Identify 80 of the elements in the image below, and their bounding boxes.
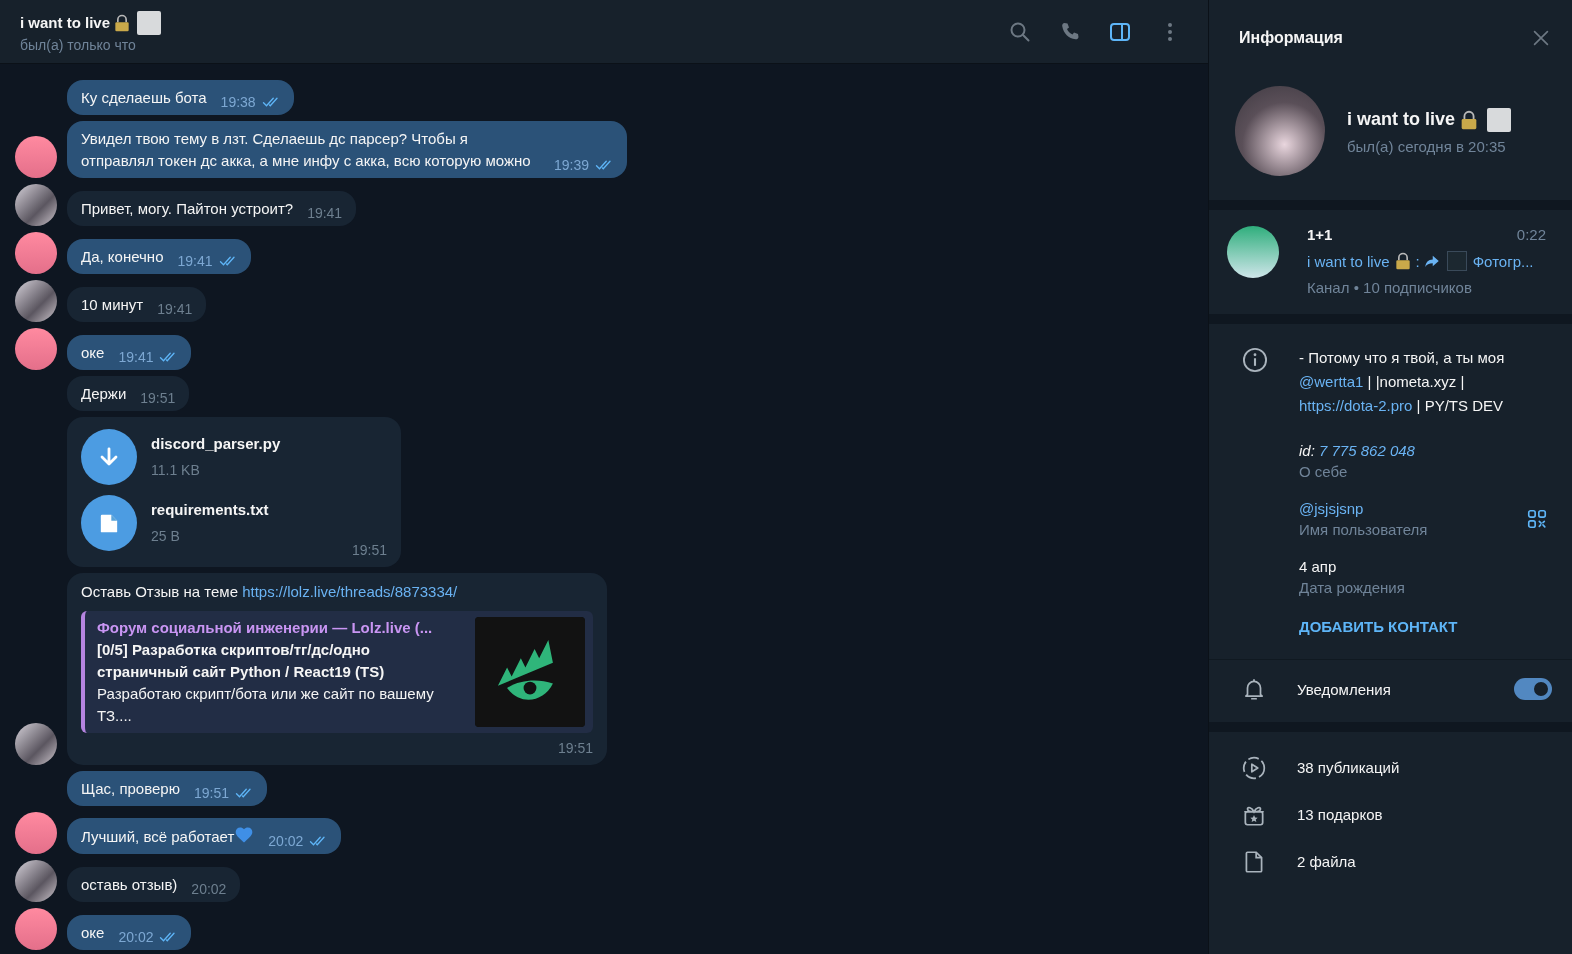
birthday-value: 4 апр	[1299, 558, 1338, 575]
message-text: оке	[81, 344, 105, 361]
play-circle-icon	[1241, 754, 1267, 781]
message-text: 10 минут	[81, 296, 144, 313]
sticker-placeholder	[1487, 107, 1512, 132]
message-time: 19:41	[118, 348, 154, 367]
message-text: Привет, могу. Пайтон устроит?	[81, 200, 294, 217]
profile-stat-item[interactable]: 13 подарков	[1209, 791, 1572, 838]
channel-sender: i want to live	[1307, 252, 1390, 270]
message-text: оке	[81, 924, 105, 941]
message-time: 20:02	[118, 928, 154, 947]
file-name: discord_parser.py	[151, 434, 281, 454]
avatar-circle[interactable]	[15, 232, 57, 274]
file-size: 25 B	[151, 527, 181, 546]
message-time: 19:39	[553, 156, 589, 175]
profile-stat-item[interactable]: 2 файла	[1209, 838, 1572, 885]
lock-icon	[112, 12, 132, 33]
username-value[interactable]: @jsjsjsnp	[1299, 500, 1428, 517]
message-time: 19:51	[351, 541, 387, 560]
profile-name: i want to live	[1347, 109, 1456, 130]
sticker-placeholder	[137, 10, 161, 35]
user-id: id: 7 775 862 048	[1299, 442, 1416, 459]
preview-site-name: Форум социальной инженерии — Lolz.live (...	[97, 618, 434, 638]
file-button[interactable]	[81, 429, 137, 485]
message-text: Да, конечно	[81, 248, 164, 265]
sender-separator: :	[1415, 252, 1420, 270]
message-text: Держи	[81, 385, 127, 402]
message-time: 19:51	[193, 784, 229, 803]
add-contact-button[interactable]: ДОБАВИТЬ КОНТАКТ	[1299, 618, 1458, 635]
avatar-circle[interactable]	[15, 908, 57, 950]
message-text: Лучший, всё работает	[81, 828, 235, 845]
message-text: Увидел твою тему в лзт. Сделаешь дс парсер? Чтобы я отправлял токен дс акка, а мне инфу с акка, всю которую можно	[81, 130, 531, 169]
photo-thumbnail	[1446, 251, 1467, 271]
bio-caption: О себе	[1299, 463, 1349, 480]
birthday-caption: Дата рождения	[1299, 579, 1405, 596]
message-time: 20:02	[268, 832, 304, 851]
preview-description: Разработаю скрипт/бота или же сайт по вашему ТЗ....	[97, 684, 435, 726]
avatar-placeholder[interactable]	[15, 860, 57, 902]
info-icon	[1241, 346, 1269, 374]
message-time: 19:41	[307, 204, 343, 223]
message-text: Щас, проверю	[81, 780, 180, 797]
file-button[interactable]	[81, 495, 137, 551]
avatar-circle[interactable]	[15, 812, 57, 854]
avatar-placeholder[interactable]	[15, 280, 57, 322]
channel-time: 0:22	[1516, 226, 1546, 243]
channel-meta: Канал • 10 подписчиков	[1307, 279, 1473, 296]
message-text: оставь отзыв)	[81, 876, 178, 893]
link-preview-card[interactable]: Форум социальной инженерии — Lolz.live (... [0/5] Разработка скриптов/тг/дс/одно страничный сайт Python / React19 (TS) Разработаю скрипт/бота или же сайт по вашему ТЗ....	[81, 611, 593, 733]
channel-avatar-placeholder	[1227, 226, 1279, 278]
channel-name: 1+1	[1307, 226, 1333, 243]
avatar-placeholder[interactable]	[15, 184, 57, 226]
channel-item[interactable]: 1+1 0:22 i want to live : Фотогр... Канал • 10 подписчиков	[1209, 210, 1572, 314]
media-label: Фотогр...	[1472, 252, 1534, 270]
message-time: 19:41	[157, 300, 193, 319]
message-time: 19:51	[557, 739, 593, 758]
chat-title: i want to live	[20, 14, 110, 31]
file-name: requirements.txt	[151, 500, 269, 520]
file-size: 11.1 KB	[151, 461, 201, 480]
avatar-placeholder[interactable]	[15, 723, 57, 765]
message-time: 19:38	[220, 93, 256, 112]
message-time: 20:02	[191, 880, 227, 899]
avatar-circle[interactable]	[15, 328, 57, 370]
bio-text: - Потому что я твой, а ты моя @wertta1 | |nometa.xyz | https://dota-2.pro | PY/TS DEV	[1299, 348, 1506, 416]
avatar-circle[interactable]	[15, 136, 57, 178]
qr-code-icon[interactable]	[1526, 508, 1548, 530]
username-caption: Имя пользователя	[1299, 521, 1428, 538]
message-time: 19:41	[177, 252, 213, 271]
profile-stat-item[interactable]: 38 публикаций	[1209, 744, 1572, 791]
bio-link[interactable]: @wertta1	[1299, 373, 1364, 390]
bio-link[interactable]: https://dota-2.pro	[1299, 397, 1413, 414]
notifications-toggle[interactable]	[1514, 678, 1552, 700]
profile-status: был(а) сегодня в 20:35	[1347, 137, 1507, 155]
preview-title: [0/5] Разработка скриптов/тг/дс/одно страничный сайт Python / React19 (TS)	[97, 640, 386, 682]
thread-link[interactable]: https://lolz.live/threads/8873334/	[242, 583, 458, 600]
message-text: Ку сделаешь бота	[81, 89, 207, 106]
message-time: 19:51	[140, 389, 176, 408]
chat-status: был(а) только что	[20, 36, 137, 53]
message-text: Оставь Отзыв на теме	[81, 583, 239, 600]
panel-title: Информация	[1239, 29, 1343, 47]
notifications-label: Уведомления	[1297, 680, 1391, 698]
